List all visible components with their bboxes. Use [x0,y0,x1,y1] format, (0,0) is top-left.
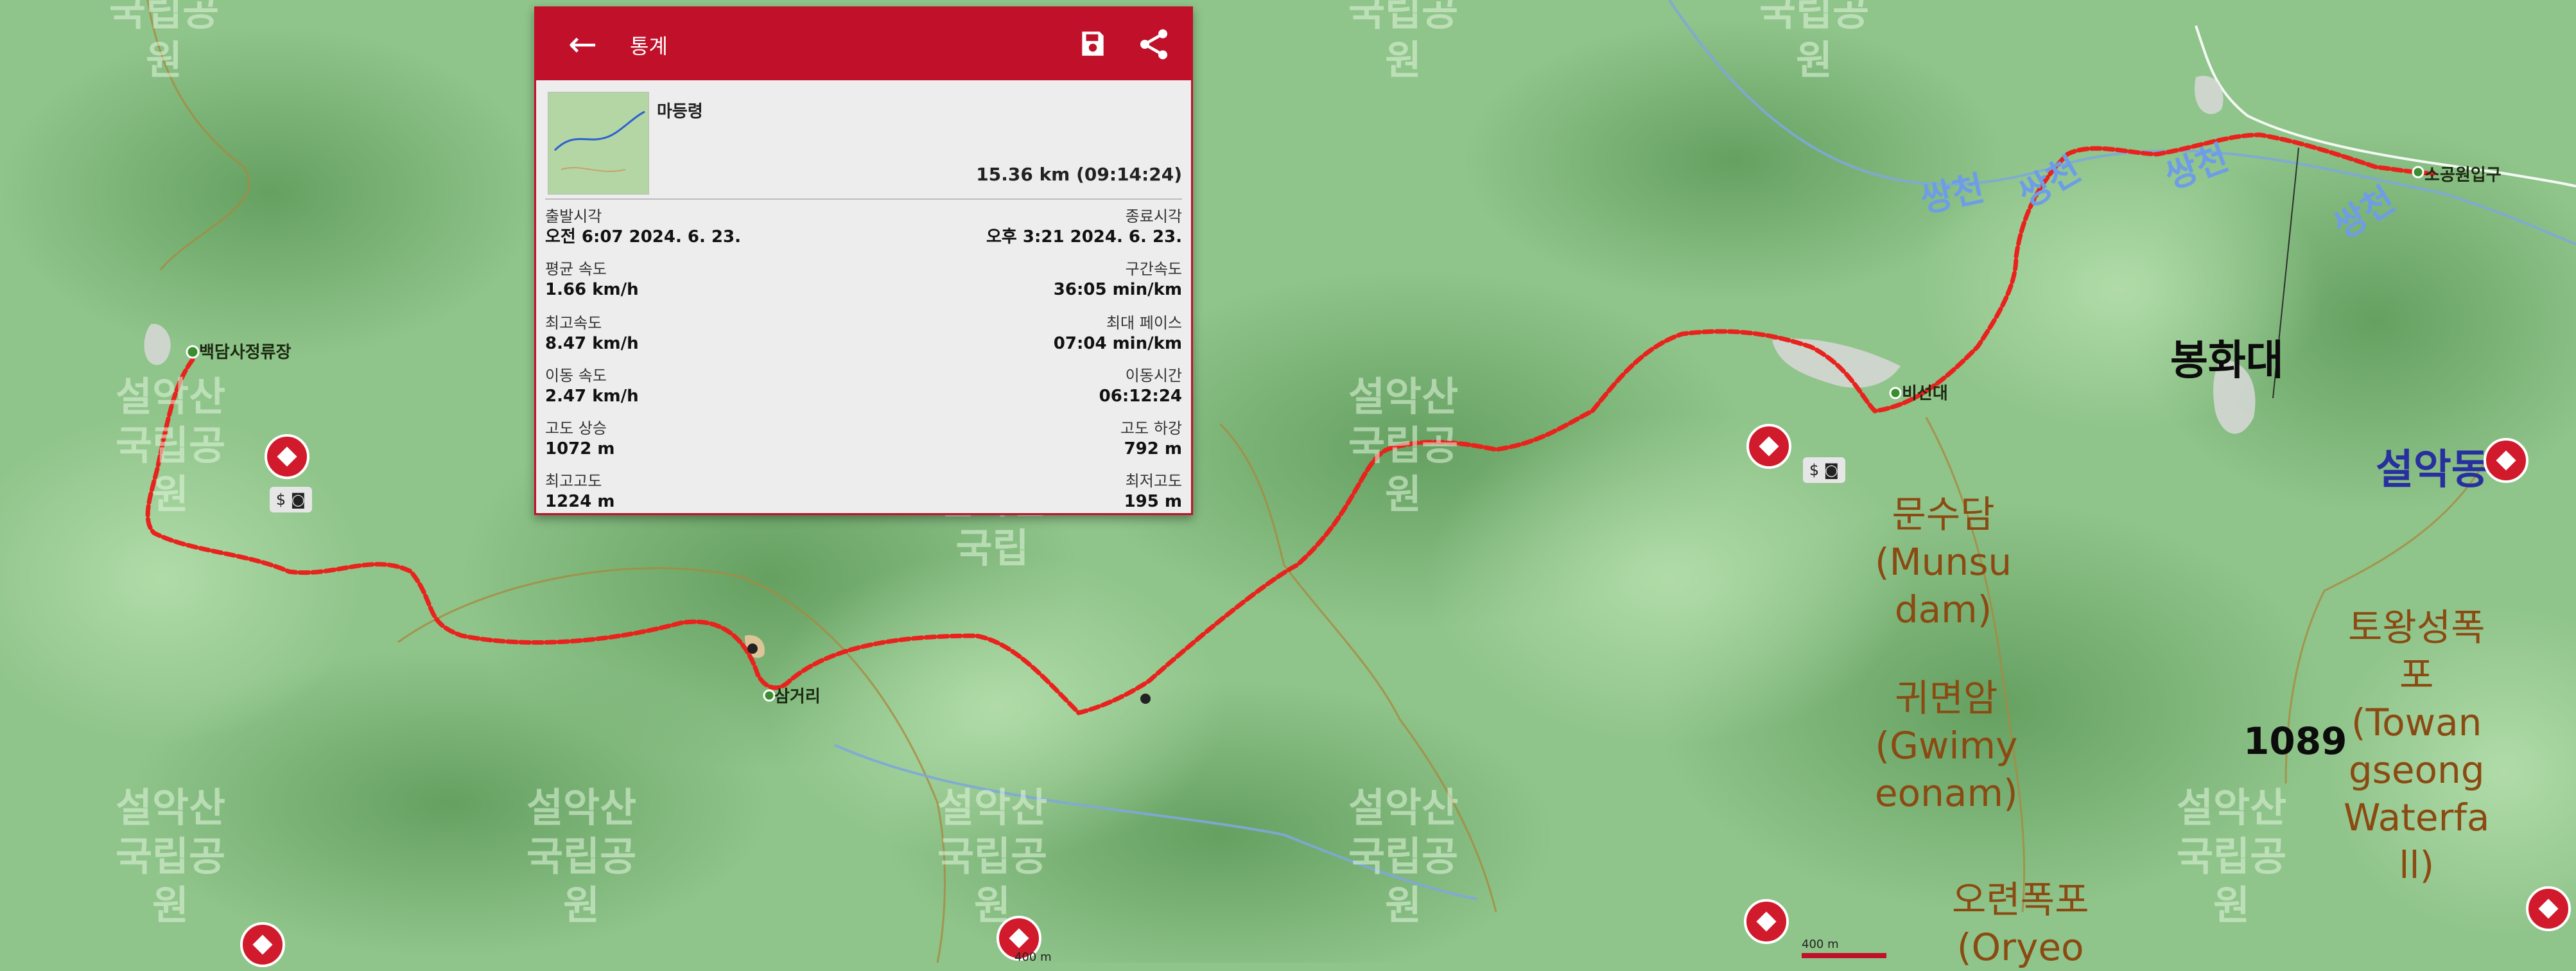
track-start-point[interactable] [186,345,200,359]
divider [545,198,1182,200]
park-label: 설악산 국립공 원 [527,784,637,929]
stat-avg-speed: 평균 속도 1.66 km/h [545,260,639,299]
towang-label: 토왕성폭 포 (Towan gseong Waterfa ll) [2344,606,2490,887]
park-label: 설악산 국립공 원 [116,784,226,929]
waypoint-marker[interactable] [1746,424,1791,469]
sogongwon-point[interactable] [2412,166,2424,179]
poi-baekdam[interactable]: 백담사정류장 [199,339,292,363]
park-label: 설악산 국립공 원 [116,373,226,518]
save-icon[interactable] [1077,28,1109,60]
park-label: 설악산 국립공 원 [1348,373,1459,518]
area-seorakdong: 설악동 [2376,446,2489,494]
stat-end-time: 종료시각 오후 3:21 2024. 6. 23. [986,207,1182,247]
park-label: 설악산 국립공 원 [1348,784,1459,929]
transport-badge[interactable]: $ ◙ [270,487,312,512]
waypoint-marker[interactable] [1744,899,1789,944]
waypoint-marker[interactable] [240,922,285,967]
stat-max-pace: 최대 페이스 07:04 min/km [1053,314,1182,353]
scale-label: 400 m [1014,950,1052,964]
waypoint-marker[interactable] [2484,438,2528,483]
stat-max-speed: 최고속도 8.47 km/h [545,314,639,353]
peak-bonghwadae: 봉화대 [2170,337,2284,385]
poi-samgeori[interactable]: 삼거리 [774,683,821,707]
park-label: 설악산 국립공 원 [2177,784,2287,929]
samgeori-point[interactable] [763,689,776,702]
poi-biseondae[interactable]: 비선대 [1902,380,1948,404]
share-icon[interactable] [1136,26,1172,62]
stat-moving-speed: 이동 속도 2.47 km/h [545,367,639,406]
panel-toolbar: ← 통계 [536,8,1191,80]
arrow-back-icon[interactable]: ← [568,22,597,66]
munsudam-label: 문수담 (Munsu dam) [1875,493,2012,631]
route-distance: 15.36 km (09:14:24) [976,164,1182,185]
stat-descent: 고도 하강 792 m [1120,419,1182,459]
stat-max-altitude: 최고고도 1224 m [545,472,615,511]
stat-ascent: 고도 상승 1072 m [545,419,615,459]
park-label: 국립공 원 [109,0,220,83]
biseondae-point[interactable] [1889,387,1902,399]
park-label: 국립공 원 [1759,0,1870,83]
transport-badge[interactable]: $ ◙ [1803,457,1845,483]
waypoint-marker[interactable] [2526,886,2571,931]
park-label: 설악산 국립공 원 [937,784,1048,929]
waypoint-marker[interactable] [265,434,309,479]
panel-title: 통계 [630,34,668,58]
route-name: 마등령 [657,102,703,121]
statistics-panel: ← 통계 마등령 15.36 km (09:14:24) 출발시각 오전 6:07… [534,6,1193,515]
route-thumbnail[interactable] [548,92,649,195]
gwimyeonam-label: 귀면암 (Gwimy eonam) [1875,676,2018,815]
hut-point[interactable] [747,643,758,654]
poi-sogongwon[interactable]: 소공원입구 [2424,162,2502,186]
viewpoint-point[interactable] [1140,694,1151,704]
oryeon-label: 오련폭포 (Oryeo [1952,878,2089,969]
stat-start-time: 출발시각 오전 6:07 2024. 6. 23. [545,207,741,247]
stat-pace: 구간속도 36:05 min/km [1053,260,1182,299]
park-label: 국립공 원 [1348,0,1459,83]
scale-bar [1802,953,1886,958]
stat-moving-time: 이동시간 06:12:24 [1099,367,1182,406]
stat-min-altitude: 최저고도 195 m [1124,472,1182,511]
elevation-label: 1089 [2243,719,2347,763]
scale-label: 400 m [1802,938,1839,951]
